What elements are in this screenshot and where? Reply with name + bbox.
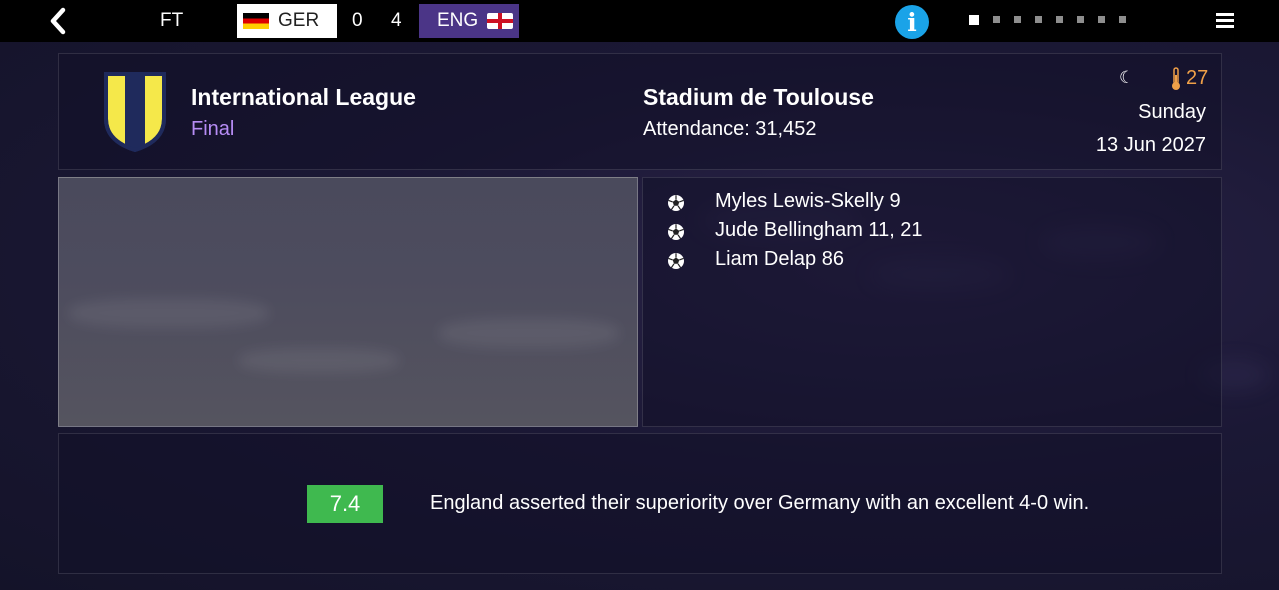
germany-flag-icon	[243, 13, 269, 29]
stadium-name: Stadium de Toulouse	[643, 84, 874, 110]
page-dot[interactable]	[1077, 16, 1084, 23]
match-day: Sunday	[1138, 101, 1206, 123]
match-date: 13 Jun 2027	[1095, 134, 1206, 156]
page-dot[interactable]	[1014, 16, 1021, 23]
home-score: 0	[352, 10, 363, 31]
hamburger-icon	[1216, 19, 1234, 22]
thermometer-icon	[1172, 67, 1180, 90]
match-summary-panel: 7.4 England asserted their superiority o…	[58, 433, 1222, 574]
summary-text: England asserted their superiority over …	[430, 492, 1090, 514]
hamburger-icon	[1216, 13, 1234, 16]
competition-name: International League	[191, 84, 416, 110]
info-button[interactable]: i	[895, 5, 929, 39]
temperature: 27	[1186, 67, 1209, 89]
goal-scorers-panel: Myles Lewis-Skelly 9 Jude Bellingham 11,…	[642, 177, 1222, 427]
preview-blur	[439, 318, 619, 348]
page-dot[interactable]	[1119, 16, 1126, 23]
soccer-ball-icon	[668, 253, 684, 269]
page-indicator[interactable]	[969, 15, 1126, 25]
top-bar: FT GER 0 4 ENG i	[0, 0, 1279, 42]
home-team-code: GER	[278, 10, 320, 31]
scorer-text: Myles Lewis-Skelly 9	[715, 190, 901, 212]
info-icon: i	[907, 8, 917, 37]
hamburger-icon	[1216, 25, 1234, 28]
match-info-panel	[58, 53, 1222, 170]
page-dot[interactable]	[993, 16, 1000, 23]
competition-crest-icon	[104, 72, 166, 152]
soccer-ball-icon	[668, 224, 684, 240]
chevron-left-icon	[50, 7, 66, 35]
attendance: Attendance: 31,452	[643, 118, 817, 140]
away-team-badge[interactable]: ENG	[419, 4, 519, 38]
page-dot[interactable]	[1098, 16, 1105, 23]
page-dot[interactable]	[1056, 16, 1063, 23]
menu-button[interactable]	[1216, 13, 1234, 29]
away-score: 4	[391, 10, 402, 31]
scorer-text: Jude Bellingham 11, 21	[715, 219, 923, 241]
england-flag-icon	[487, 13, 513, 29]
competition-stage: Final	[191, 118, 235, 140]
match-preview-image	[58, 177, 638, 427]
preview-blur	[239, 348, 399, 373]
match-status: FT	[160, 10, 184, 31]
away-team-code: ENG	[437, 10, 479, 31]
page-dot[interactable]	[1035, 16, 1042, 23]
home-team-badge[interactable]: GER	[237, 4, 337, 38]
rating-badge: 7.4	[307, 485, 383, 523]
soccer-ball-icon	[668, 195, 684, 211]
back-button[interactable]	[44, 6, 74, 36]
moon-icon: ☾	[1119, 68, 1135, 87]
scorer-text: Liam Delap 86	[715, 248, 844, 270]
page-dot-active[interactable]	[969, 15, 979, 25]
preview-blur	[69, 298, 269, 328]
